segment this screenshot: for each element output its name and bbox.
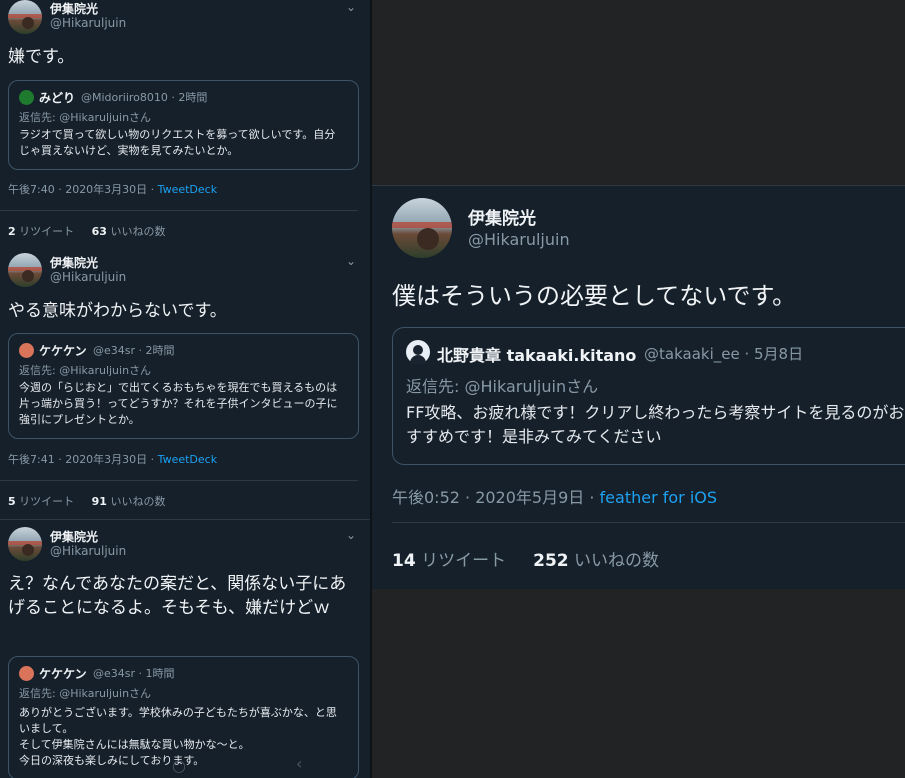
avatar[interactable] (8, 253, 42, 287)
avatar (19, 343, 34, 358)
reply-to-label: 返信先: @Hikaruljuinさん (19, 364, 152, 377)
avatar[interactable] (8, 527, 42, 561)
author-name[interactable]: 伊集院光 (468, 204, 536, 229)
quoted-author-handle: @e34sr · 2時間 (93, 344, 175, 357)
quoted-tweet[interactable]: 北野貴章 takaaki.kitano @takaaki_ee · 5月8日 返… (392, 327, 905, 465)
chevron-down-icon[interactable]: ⌄ (346, 0, 356, 14)
quoted-tweet[interactable]: みどり @Midoriiro8010 · 2時間 返信先: @Hikarulju… (8, 80, 359, 170)
quoted-tweet[interactable]: ケケケン @e34sr · 2時間 返信先: @Hikaruljuinさん 今週… (8, 333, 359, 439)
timestamp-text: 午後7:40 · 2020年3月30日 · (8, 183, 158, 196)
source-link[interactable]: feather for iOS (600, 488, 717, 507)
author-handle[interactable]: @Hikaruljuin (50, 16, 126, 30)
avatar (19, 90, 34, 105)
left-screenshot: 伊集院光 @Hikaruljuin ⌄ 嫌です。 みどり @Midoriiro8… (0, 0, 370, 778)
source-link[interactable]: TweetDeck (158, 183, 217, 196)
retweet-label[interactable]: リツイート (421, 551, 506, 571)
like-count[interactable]: 91 (92, 495, 107, 508)
tweet-text: 僕はそういうの必要としてないです。 (392, 282, 797, 310)
quoted-author-name: ケケケン (39, 344, 87, 358)
quoted-author-handle: @Midoriiro8010 · 2時間 (81, 91, 208, 104)
timestamp-text: 午後0:52 · 2020年5月9日 · (392, 488, 600, 507)
like-count[interactable]: 252 (533, 551, 569, 571)
retweet-count[interactable]: 5 (8, 495, 16, 508)
avatar (19, 666, 34, 681)
divider (0, 519, 370, 520)
tweet-stats: 14 リツイート 252 いいねの数 (392, 546, 659, 571)
tweet-text: 嫌です。 (8, 47, 75, 67)
retweet-label[interactable]: リツイート (19, 495, 74, 508)
timestamp-text: 午後7:41 · 2020年3月30日 · (8, 453, 158, 466)
tweet-stats: 5 リツイート 91 いいねの数 (8, 493, 165, 509)
quoted-author-handle: @takaaki_ee · 5月8日 (644, 345, 804, 363)
avatar (406, 340, 430, 364)
tweet-timestamp: 午後0:52 · 2020年5月9日 · feather for iOS (392, 484, 717, 508)
reply-to-label: 返信先: @Hikaruljuinさん (19, 687, 152, 700)
like-label[interactable]: いいねの数 (110, 495, 165, 508)
quoted-author-name: みどり (39, 91, 76, 105)
quoted-author-handle: @e34sr · 1時間 (93, 667, 175, 680)
tweet-timestamp: 午後7:41 · 2020年3月30日 · TweetDeck (8, 451, 217, 467)
source-link[interactable]: TweetDeck (158, 453, 217, 466)
tweet-timestamp: 午後7:40 · 2020年3月30日 · TweetDeck (8, 181, 217, 197)
retweet-label[interactable]: リツイート (19, 225, 74, 238)
divider (0, 480, 358, 481)
chevron-down-icon[interactable]: ⌄ (346, 254, 356, 268)
divider (0, 210, 358, 211)
quoted-text: 今週の「らじおと」で出てくるおもちゃを現在でも買えるものは片っ端から買う！ってど… (19, 381, 338, 426)
reply-to-label: 返信先: @Hikaruljuinさん (406, 377, 599, 396)
chevron-down-icon[interactable]: ⌄ (346, 528, 356, 542)
author-name[interactable]: 伊集院光 (50, 254, 98, 271)
retweet-count[interactable]: 14 (392, 551, 416, 571)
quoted-text: ラジオで買って欲しい物のリクエストを募って欲しいです。自分じゃ買えないけど、実物… (19, 128, 336, 157)
avatar[interactable] (392, 198, 452, 258)
quoted-author-name: ケケケン (39, 667, 87, 681)
like-label[interactable]: いいねの数 (574, 551, 659, 571)
author-name[interactable]: 伊集院光 (50, 0, 98, 17)
back-nav-icon[interactable]: ‹ (296, 754, 302, 773)
tweet-stats: 2 リツイート 63 いいねの数 (8, 223, 165, 239)
tweet-text: え？なんであなたの案だと、関係ない子にあげることになるよ。そもそも、嫌だけどｗ (8, 574, 347, 619)
author-handle[interactable]: @Hikaruljuin (50, 544, 126, 558)
author-handle[interactable]: @Hikaruljuin (50, 270, 126, 284)
home-indicator-icon[interactable]: ○ (172, 756, 186, 775)
author-handle[interactable]: @Hikaruljuin (468, 230, 570, 249)
tweet-text: やる意味がわからないです。 (8, 301, 227, 321)
divider (392, 522, 905, 523)
avatar[interactable] (8, 0, 42, 34)
reply-to-label: 返信先: @Hikaruljuinさん (19, 111, 152, 124)
right-screenshot: 伊集院光 @Hikaruljuin 僕はそういうの必要としてないです。 北野貴章… (372, 185, 905, 589)
quoted-author-name: 北野貴章 takaaki.kitano (437, 346, 637, 365)
author-name[interactable]: 伊集院光 (50, 528, 98, 545)
like-label[interactable]: いいねの数 (110, 225, 165, 238)
like-count[interactable]: 63 (92, 225, 107, 238)
quoted-text: FF攻略、お疲れ様です！クリアし終わったら考察サイトを見るのがおすすめです！是非… (406, 403, 905, 446)
retweet-count[interactable]: 2 (8, 225, 16, 238)
